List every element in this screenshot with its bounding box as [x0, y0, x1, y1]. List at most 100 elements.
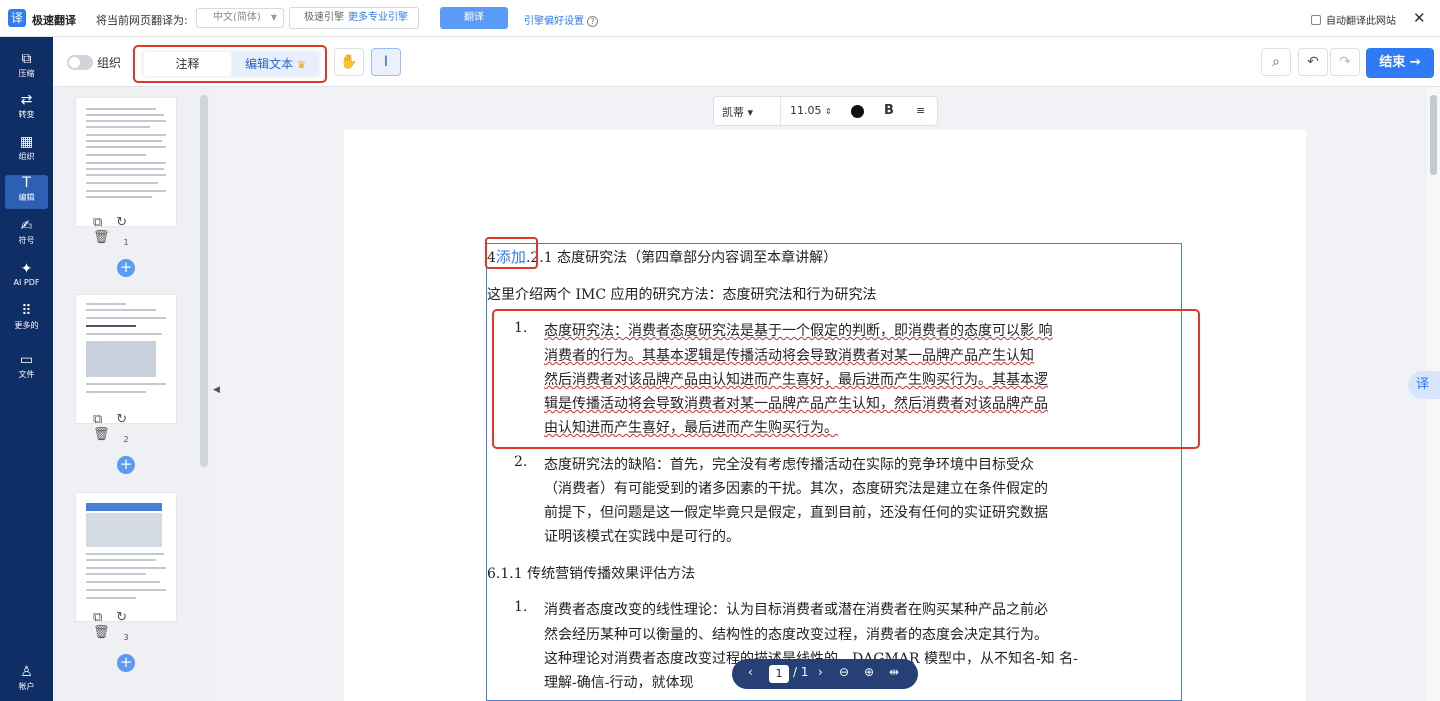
fit-width-icon[interactable]: ⇹: [889, 665, 899, 679]
list-number: 2.: [514, 454, 528, 470]
target-language-select[interactable]: 中文(简体) ▼: [196, 8, 284, 28]
auto-translate-checkbox[interactable]: 自动翻译此网站: [1311, 12, 1396, 27]
sidebar-item-more[interactable]: ⠿ 更多的: [5, 303, 48, 337]
convert-icon: ⇄: [20, 92, 33, 108]
trash-icon[interactable]: 🗑: [93, 625, 124, 640]
list-item-line[interactable]: 前提下，但问题是这一假定毕竟只是假定，直到目前，还没有任何的实证研究数据: [544, 502, 1048, 522]
chevron-down-icon: ▼: [270, 13, 277, 22]
page-number: 3: [123, 633, 129, 642]
tab-edit-text[interactable]: 编辑文本 ♛: [232, 52, 319, 76]
more-icon: ⠿: [21, 303, 32, 319]
undo-icon: ↶: [1307, 54, 1319, 70]
sidebar-item-file[interactable]: ▭ 文件: [5, 352, 48, 386]
hand-icon: ✋: [340, 54, 358, 70]
engine-prefs-link[interactable]: 引擎偏好设置?: [524, 12, 598, 27]
search-button[interactable]: ⌕: [1261, 48, 1291, 76]
zoom-out-icon[interactable]: ⊖: [839, 665, 849, 679]
account-icon: ♙: [20, 664, 33, 680]
chevron-down-icon: ▾: [747, 106, 754, 119]
engine-selector[interactable]: 极速引擎 更多专业引擎: [289, 7, 419, 29]
page-thumbnail-3[interactable]: [75, 492, 177, 622]
hand-tool-button[interactable]: ✋: [334, 48, 364, 76]
thumbnail-scrollbar[interactable]: [200, 95, 208, 467]
page-total: / 1: [793, 665, 809, 679]
prev-page-icon[interactable]: ‹: [748, 665, 753, 679]
file-icon: ▭: [19, 352, 34, 368]
list-number: 1.: [514, 599, 528, 615]
organize-icon: ▦: [19, 134, 34, 150]
sidebar-item-compress[interactable]: ⧉ 压缩: [5, 51, 48, 85]
add-page-button[interactable]: +: [117, 456, 135, 474]
text-cursor-tool-button[interactable]: I: [371, 48, 401, 76]
font-size-stepper[interactable]: 11.05 ⇕: [790, 104, 832, 117]
add-page-button[interactable]: +: [117, 654, 135, 672]
translator-logo-icon: 译: [8, 9, 26, 27]
rotate-icon[interactable]: ↻: [116, 412, 141, 427]
help-icon[interactable]: ?: [587, 16, 598, 27]
edit-mode-tabs: 注释 编辑文本 ♛: [133, 45, 327, 83]
translate-toolbar: 译 极速翻译 将当前网页翻译为: 中文(简体) ▼ 极速引擎 更多专业引擎 翻译 引…: [0, 0, 1440, 37]
app-name: 极速翻译: [32, 14, 76, 27]
organize-toggle-label: 组织: [97, 56, 122, 70]
checkbox[interactable]: [1311, 15, 1321, 25]
redo-icon: ↷: [1339, 54, 1351, 70]
page-number-input[interactable]: 1: [769, 665, 789, 683]
page-navigation: ‹ 1 / 1 › ⊖ ⊕ ⇹: [732, 659, 918, 689]
duplicate-icon[interactable]: ⧉: [93, 412, 116, 427]
collapse-panel-icon[interactable]: ◀: [213, 385, 220, 395]
font-family-select[interactable]: 凯蒂 ▾: [722, 104, 753, 120]
end-button[interactable]: 结束 →: [1366, 48, 1434, 78]
page-thumbnail-1[interactable]: [75, 97, 177, 227]
bold-button[interactable]: B: [884, 103, 894, 118]
crown-icon: ♛: [296, 60, 306, 71]
next-page-icon[interactable]: ›: [818, 665, 823, 679]
sign-icon: ✍: [20, 218, 33, 234]
undo-button[interactable]: ↶: [1298, 48, 1328, 76]
organize-toggle[interactable]: [67, 55, 93, 70]
sidebar-item-account[interactable]: ♙ 帐户: [5, 664, 48, 698]
section-heading[interactable]: 4添加.2.1 态度研究法（第四章部分内容调至本章讲解）: [487, 246, 837, 267]
more-engines-link[interactable]: 更多专业引擎: [348, 12, 408, 23]
page-number: 2: [123, 435, 129, 444]
align-icon[interactable]: ≡: [916, 104, 925, 117]
sidebar-item-convert[interactable]: ⇄ 转变: [5, 92, 48, 126]
rotate-icon[interactable]: ↻: [116, 610, 141, 625]
sidebar-item-ai-pdf[interactable]: ✦ AI PDF: [5, 261, 48, 295]
ai-icon: ✦: [20, 261, 33, 277]
redo-button[interactable]: ↷: [1330, 48, 1360, 76]
list-item-line[interactable]: 然会经历某种可以衡量的、结构性的态度改变过程，消费者的态度会决定其行为。: [544, 624, 1048, 644]
zoom-in-icon[interactable]: ⊕: [864, 665, 874, 679]
page-thumbnail-2[interactable]: [75, 294, 177, 424]
edit-toolbar: 组织 注释 编辑文本 ♛ ✋ I ⌕ ↶ ↷ 结束 →: [53, 37, 1440, 87]
thumbnail-panel: ⧉↻🗑 1 + ⧉↻🗑 2 + ⧉↻🗑 3 +: [53, 87, 213, 701]
subsection-heading[interactable]: 6.1.1 传统营销传播效果评估方法: [487, 563, 695, 583]
list-item-line[interactable]: （消费者）有可能受到的诸多因素的干扰。其次，态度研究法是建立在条件假定的: [544, 478, 1048, 498]
duplicate-icon[interactable]: ⧉: [93, 215, 116, 230]
sidebar-item-sign[interactable]: ✍ 符号: [5, 218, 48, 252]
float-translate-icon[interactable]: 译: [1408, 371, 1440, 399]
close-icon[interactable]: ✕: [1413, 9, 1426, 27]
tab-annotate[interactable]: 注释: [144, 52, 231, 76]
list-item-line[interactable]: 态度研究法的缺陷：首先，完全没有考虑传播活动在实际的竞争环境中目标受众: [544, 454, 1034, 474]
sidebar-item-organize[interactable]: ▦ 组织: [5, 134, 48, 168]
text-format-toolbar: 凯蒂 ▾ 11.05 ⇕ B ≡: [713, 96, 938, 126]
intro-paragraph[interactable]: 这里介绍两个 IMC 应用的研究方法：态度研究法和行为研究法: [487, 284, 876, 304]
highlight-box-added: [485, 237, 538, 269]
list-item-line[interactable]: 理解-确信-行动，就体现: [544, 672, 693, 692]
compress-icon: ⧉: [21, 51, 32, 67]
duplicate-icon[interactable]: ⧉: [93, 610, 116, 625]
add-page-button[interactable]: +: [117, 259, 135, 277]
list-item-line[interactable]: 消费者态度改变的线性理论：认为目标消费者或潜在消费者在购买某种产品之前必: [544, 599, 1048, 619]
text-cursor-icon: I: [383, 54, 389, 70]
highlight-box-paragraph: [492, 309, 1200, 449]
list-item-line[interactable]: 证明该模式在实践中是可行的。: [544, 526, 740, 546]
trash-icon[interactable]: 🗑: [93, 230, 124, 245]
trash-icon[interactable]: 🗑: [93, 427, 124, 442]
translate-button[interactable]: 翻译: [440, 7, 508, 29]
sidebar-item-edit[interactable]: T 编辑: [5, 175, 48, 209]
rotate-icon[interactable]: ↻: [116, 215, 141, 230]
text-color-button[interactable]: [851, 105, 864, 118]
edit-icon: T: [22, 175, 31, 191]
page-number: 1: [123, 238, 129, 247]
search-icon: ⌕: [1272, 54, 1280, 70]
